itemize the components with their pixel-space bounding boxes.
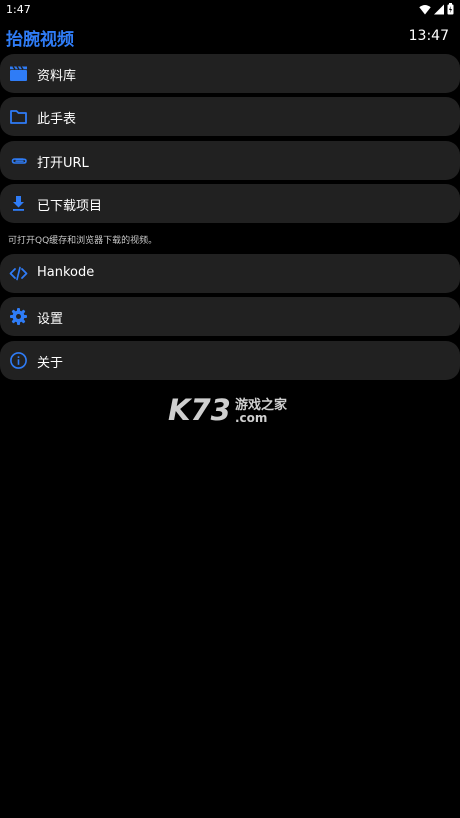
status-icons <box>419 3 454 15</box>
menu-label-this-watch: 此手表 <box>37 112 77 127</box>
menu-label-about: 关于 <box>37 356 64 371</box>
menu-label-library: 资料库 <box>37 69 77 84</box>
attachment-icon <box>11 158 27 164</box>
svg-text:K73: K73 <box>168 393 231 425</box>
status-time: 1:47 <box>6 3 31 16</box>
battery-icon <box>447 3 454 15</box>
menu-item-about[interactable]: 关于 <box>0 341 460 380</box>
menu-item-settings[interactable]: 设置 <box>0 297 460 336</box>
header-clock: 13:47 <box>408 28 449 44</box>
gear-icon <box>10 308 27 325</box>
signal-icon <box>434 4 444 14</box>
folder-icon <box>10 110 27 124</box>
menu-item-open-url[interactable]: 打开URL <box>0 141 460 180</box>
info-icon <box>10 352 27 369</box>
video-library-icon <box>10 66 27 81</box>
menu-label-downloads: 已下载项目 <box>37 199 103 214</box>
hint-text: 可打开QQ缓存和浏览器下载的视频。 <box>8 236 158 246</box>
menu-item-hankode[interactable]: Hankode <box>0 254 460 293</box>
svg-text:.com: .com <box>235 411 267 425</box>
status-bar: 1:47 <box>0 0 460 20</box>
download-icon <box>13 196 24 211</box>
app-header: 抬腕视频 13:47 <box>0 24 460 50</box>
menu-item-downloads[interactable]: 已下载项目 <box>0 184 460 223</box>
watermark-logo: K73 游戏之家 .com <box>168 393 288 425</box>
menu-label-hankode: Hankode <box>37 265 95 280</box>
wifi-icon <box>419 4 431 14</box>
menu-item-library[interactable]: 资料库 <box>0 54 460 93</box>
code-icon <box>9 266 28 281</box>
app-title: 抬腕视频 <box>6 30 74 50</box>
menu-label-settings: 设置 <box>37 312 64 327</box>
menu-label-open-url: 打开URL <box>37 156 89 171</box>
menu-item-this-watch[interactable]: 此手表 <box>0 97 460 136</box>
